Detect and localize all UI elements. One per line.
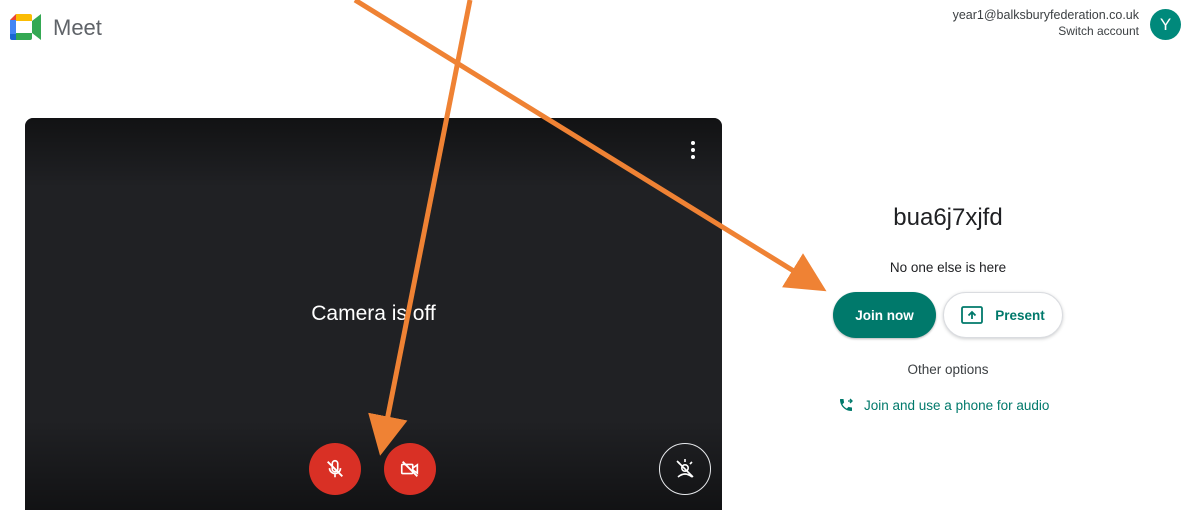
join-now-button[interactable]: Join now bbox=[833, 292, 936, 338]
camera-off-label: Camera is off bbox=[311, 302, 436, 325]
join-with-phone-label: Join and use a phone for audio bbox=[864, 397, 1050, 413]
visual-effects-icon bbox=[676, 459, 694, 478]
more-options-icon[interactable] bbox=[681, 136, 705, 164]
participants-status: No one else is here bbox=[889, 260, 1007, 275]
present-button[interactable]: Present bbox=[943, 292, 1063, 338]
video-preview: Camera is off bbox=[25, 118, 722, 510]
present-to-all-icon bbox=[961, 306, 984, 324]
meeting-code: bua6j7xjfd bbox=[893, 204, 1003, 231]
present-label: Present bbox=[995, 307, 1045, 323]
camera-toggle-button[interactable] bbox=[384, 443, 436, 495]
google-meet-logo-icon[interactable] bbox=[10, 14, 42, 40]
visual-effects-button[interactable] bbox=[659, 443, 711, 495]
avatar[interactable]: Y bbox=[1150, 9, 1181, 40]
mic-off-icon bbox=[327, 459, 343, 478]
other-options-heading: Other options bbox=[907, 362, 989, 377]
preview-bottom-gradient bbox=[25, 420, 722, 510]
app-name: Meet bbox=[53, 15, 102, 40]
switch-account-link[interactable]: Switch account bbox=[1058, 24, 1139, 38]
join-now-label: Join now bbox=[855, 307, 914, 323]
preview-top-gradient bbox=[25, 118, 722, 188]
videocam-off-icon bbox=[400, 461, 419, 477]
phone-forwarded-icon bbox=[840, 398, 853, 411]
header: Meet year1@balksburyfederation.co.uk Swi… bbox=[0, 0, 1181, 60]
microphone-toggle-button[interactable] bbox=[309, 443, 361, 495]
account-email: year1@balksburyfederation.co.uk bbox=[952, 8, 1139, 22]
join-with-phone-link[interactable]: Join and use a phone for audio bbox=[838, 396, 1049, 414]
